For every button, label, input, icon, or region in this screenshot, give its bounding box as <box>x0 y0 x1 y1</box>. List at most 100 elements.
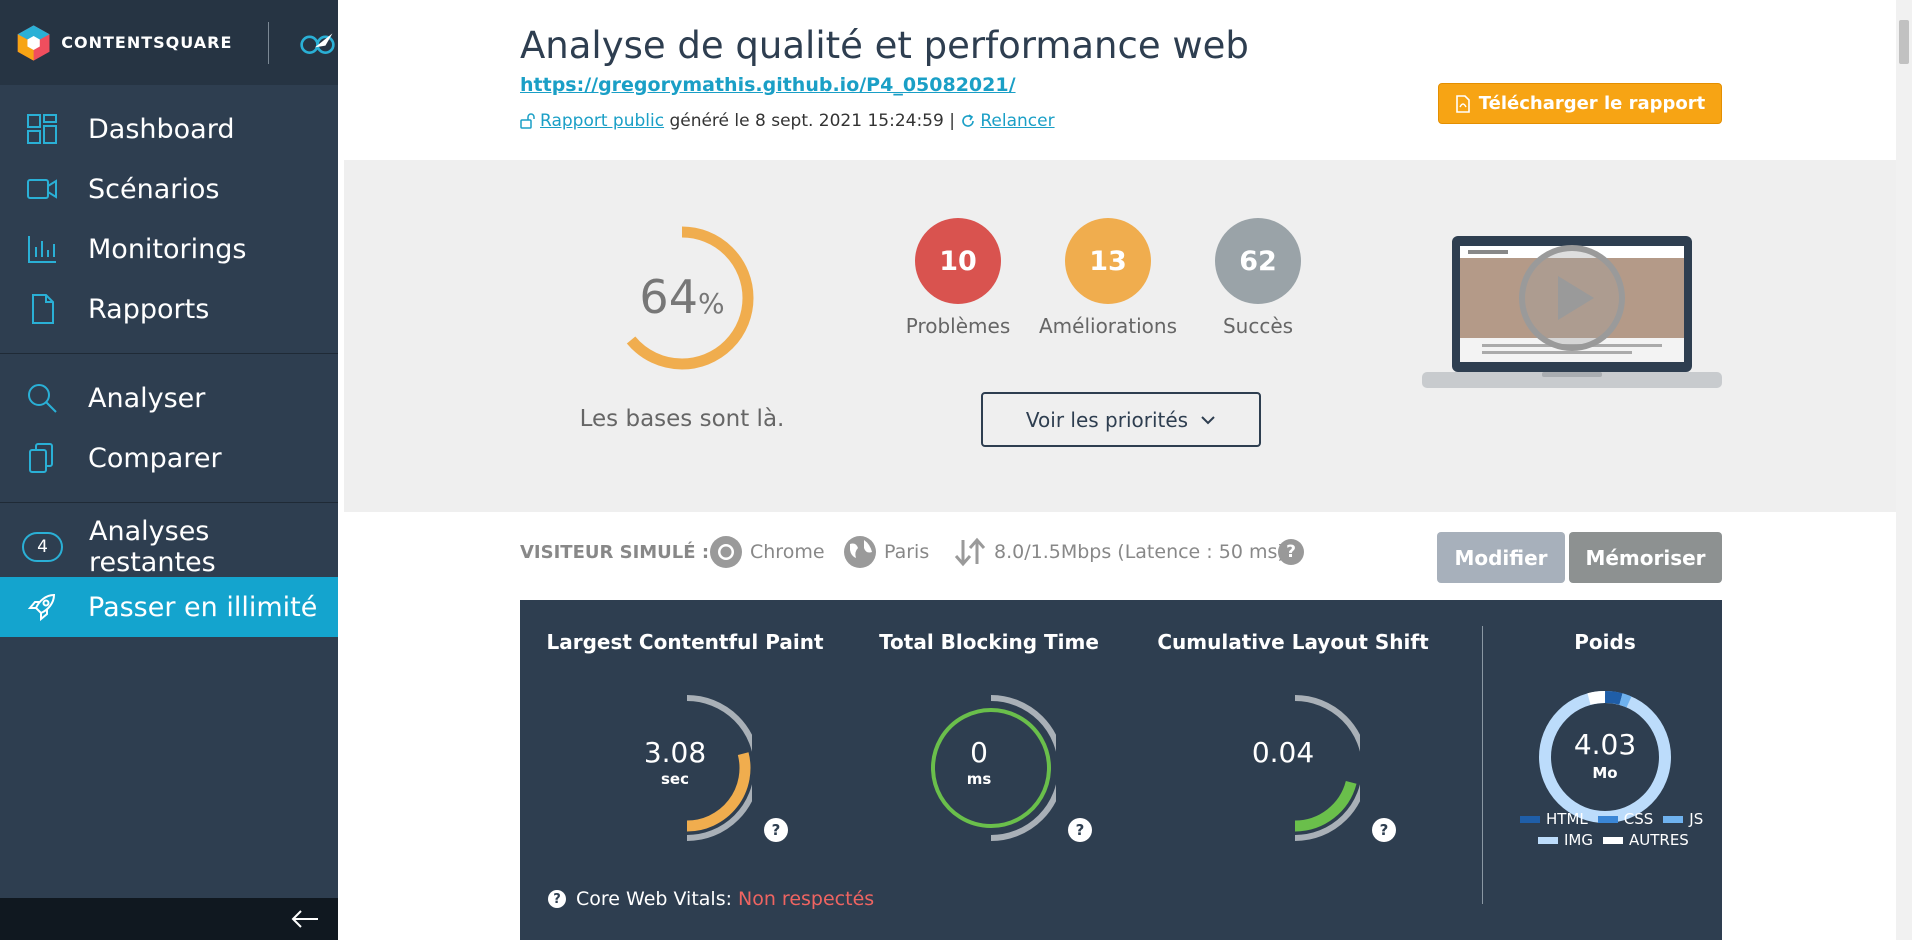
download-report-button[interactable]: Télécharger le rapport <box>1438 83 1722 124</box>
metric-unit: sec <box>661 770 689 788</box>
metric-title: Largest Contentful Paint <box>546 630 824 654</box>
copy-icon <box>29 443 53 473</box>
sidebar-item-label: Analyses restantes <box>89 516 216 578</box>
video-icon <box>27 179 57 199</box>
vertical-scrollbar[interactable] <box>1896 0 1912 940</box>
metric-value: 0 <box>970 736 988 769</box>
sidebar-item-label: Rapports <box>88 293 210 325</box>
legend-label: CSS <box>1623 810 1654 828</box>
legend-item-css: CSS <box>1597 810 1654 828</box>
chevron-down-icon <box>1201 415 1215 424</box>
chrome-icon <box>710 536 742 568</box>
sidebar-item-rapports[interactable]: Rapports <box>0 279 338 339</box>
view-priorities-label: Voir les priorités <box>1025 407 1189 432</box>
dashboard-icon <box>27 114 57 144</box>
simulation-help-icon[interactable]: ? <box>1278 539 1304 565</box>
globe-icon <box>844 536 876 568</box>
sidebar-account: 4 Analyses restantes Passer en illimité <box>0 503 338 637</box>
memorize-button[interactable]: Mémoriser <box>1569 532 1722 583</box>
rocket-icon <box>27 593 56 622</box>
sidebar-item-label: Comparer <box>88 442 222 474</box>
score-percent-sign: % <box>697 287 725 320</box>
location-setting: Paris <box>842 534 929 570</box>
improvements-count: 13 <box>1065 218 1151 304</box>
metric-value: 3.08 <box>643 736 707 769</box>
main-content: Analyse de qualité et performance web ht… <box>344 0 1896 940</box>
sidebar-item-analyser[interactable]: Analyser <box>0 368 338 428</box>
sidebar-item-label: Dashboard <box>88 113 235 145</box>
successes-count: 62 <box>1215 218 1301 304</box>
metric-title: Total Blocking Time <box>879 630 1099 654</box>
brand-separator <box>268 21 270 64</box>
metric-value: 0.04 <box>1251 736 1315 769</box>
connection-speed: 8.0/1.5Mbps (Latence : 50 ms) <box>994 541 1285 563</box>
page-video-thumbnail[interactable] <box>1422 234 1722 392</box>
sidebar-item-dashboard[interactable]: Dashboard <box>0 99 338 159</box>
help-icon[interactable]: ? <box>1372 818 1396 842</box>
legend-label: HTML <box>1546 810 1588 828</box>
analyzed-url-link[interactable]: https://gregorymathis.github.io/P4_05082… <box>520 74 1016 96</box>
metric-title: Cumulative Layout Shift <box>1157 630 1429 654</box>
sidebar-item-comparer[interactable]: Comparer <box>0 428 338 488</box>
refresh-icon <box>962 114 975 127</box>
sidebar-item-label: Passer en illimité <box>88 591 318 623</box>
document-icon <box>32 294 54 324</box>
improvements-label: Améliorations <box>1038 314 1178 338</box>
collapse-arrow-icon[interactable] <box>290 906 320 932</box>
problems-counter[interactable]: 10 Problèmes <box>888 218 1028 338</box>
help-icon[interactable]: ? <box>548 890 566 908</box>
scrollbar-thumb[interactable] <box>1899 20 1909 64</box>
legend-item-img: IMG <box>1538 831 1593 849</box>
sidebar-item-upgrade[interactable]: Passer en illimité <box>0 577 338 637</box>
sidebar-item-scenarios[interactable]: Scénarios <box>0 159 338 219</box>
successes-label: Succès <box>1222 314 1294 338</box>
speed-rocket-icon[interactable] <box>299 28 338 58</box>
sidebar-header: CONTENTSQUARE <box>0 0 338 85</box>
help-icon[interactable]: ? <box>1068 818 1092 842</box>
browser-setting: Chrome <box>708 534 825 570</box>
core-web-vitals-status: ? Core Web Vitals: Non respectés <box>548 888 874 910</box>
sidebar-item-monitorings[interactable]: Monitorings <box>0 219 338 279</box>
view-priorities-button[interactable]: Voir les priorités <box>981 392 1261 447</box>
download-report-label: Télécharger le rapport <box>1478 93 1706 114</box>
help-icon[interactable]: ? <box>764 818 788 842</box>
sidebar-item-remaining-analyses[interactable]: 4 Analyses restantes <box>0 516 338 578</box>
sidebar: CONTENTSQUARE Dashboard Scénarios Monito… <box>0 0 338 940</box>
report-header: Analyse de qualité et performance web ht… <box>344 0 1896 160</box>
metrics-divider <box>1482 626 1483 904</box>
sidebar-nav: Dashboard Scénarios Monitorings Rapports <box>0 85 338 354</box>
sidebar-footer <box>0 898 338 940</box>
legend-label: AUTRES <box>1629 831 1689 849</box>
up-down-arrows-icon <box>954 537 986 567</box>
page-weight-title: Poids <box>1574 630 1636 654</box>
relaunch-link[interactable]: Relancer <box>980 111 1054 131</box>
web-vitals-panel: Largest Contentful Paint 3.08 sec ? Tota… <box>520 600 1722 940</box>
modify-button[interactable]: Modifier <box>1437 532 1565 583</box>
page-title: Analyse de qualité et performance web <box>520 24 1249 67</box>
browser-name: Chrome <box>750 541 825 563</box>
page-weight-unit: Mo <box>1592 764 1618 782</box>
score-number: 64 <box>639 270 698 324</box>
problems-label: Problèmes <box>905 314 1011 338</box>
score-summary: 64% Les bases sont là. 10 Problèmes 13 A… <box>344 160 1896 512</box>
location-name: Paris <box>884 541 930 563</box>
problems-count: 10 <box>915 218 1001 304</box>
sidebar-tools: Analyser Comparer <box>0 354 338 503</box>
score-caption: Les bases sont là. <box>579 406 785 432</box>
metric-lcp: Largest Contentful Paint 3.08 sec ? <box>540 600 830 860</box>
simulated-visitor-bar: VISITEUR SIMULÉ : Chrome Paris 8.0/1.5Mb… <box>344 512 1896 600</box>
successes-counter[interactable]: 62 Succès <box>1188 218 1328 338</box>
page-weight-legend-row2: IMG AUTRES <box>1538 831 1699 849</box>
simulated-visitor-label: VISITEUR SIMULÉ : <box>520 542 710 563</box>
report-meta: Rapport public généré le 8 sept. 2021 15… <box>520 111 1055 131</box>
remaining-count-badge: 4 <box>22 532 64 562</box>
metric-cls: Cumulative Layout Shift 0.04 ? <box>1148 600 1438 860</box>
legend-label: IMG <box>1564 831 1593 849</box>
metric-tbt: Total Blocking Time 0 ms ? <box>844 600 1134 860</box>
legend-item-html: HTML <box>1520 810 1588 828</box>
improvements-counter[interactable]: 13 Améliorations <box>1038 218 1178 338</box>
public-report-link[interactable]: Rapport public <box>540 111 664 131</box>
legend-item-js: JS <box>1663 810 1703 828</box>
search-icon <box>28 384 57 413</box>
contentsquare-logo-icon[interactable] <box>16 21 51 65</box>
